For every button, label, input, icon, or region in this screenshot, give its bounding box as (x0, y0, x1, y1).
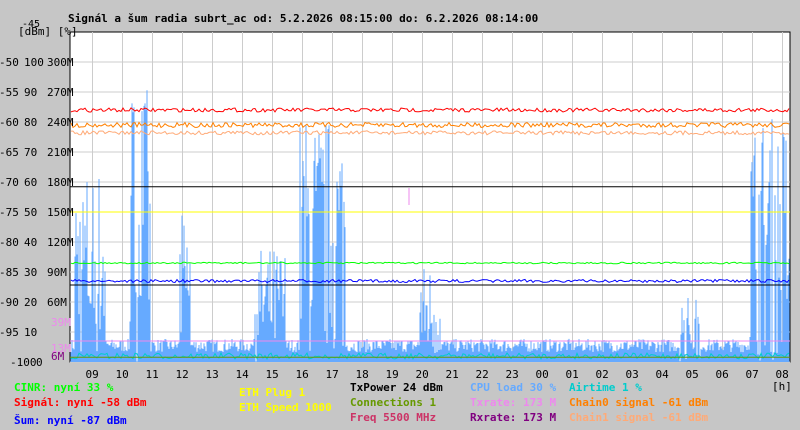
x-unit-label: [h] (772, 380, 792, 393)
x-tick-label: 06 (715, 368, 729, 381)
y-top-label: -45 (22, 19, 41, 30)
x-tick-label: 14 (235, 368, 249, 381)
y-tick-dbm: -80 (0, 236, 19, 249)
chart-root: Signál a šum radia subrt_ac od: 5.2.2026… (0, 0, 800, 430)
x-tick-label: 00 (535, 368, 549, 381)
legend-eth-speed: ETH Speed 1000 (239, 401, 332, 414)
legend-chain1: Chain1 signal -61 dBm (569, 411, 709, 424)
y-tick-pct: 30 (24, 266, 38, 279)
y-tick-pct: 50 (24, 206, 38, 219)
x-tick-label: 17 (325, 368, 339, 381)
y-tick-rate: 270M (47, 86, 74, 99)
y-tick-pct: 90 (24, 86, 38, 99)
x-tick-label: 20 (415, 368, 429, 381)
y-tick-dbm: -70 (0, 176, 19, 189)
y-tick-rate: 90M (47, 266, 67, 279)
y-tick-dbm: -95 (0, 326, 19, 339)
legend-eth-plug: ETH Plug 1 (239, 386, 306, 399)
y-tick-dbm: -50 (0, 56, 19, 69)
legend-freq: Freq 5500 MHz (350, 411, 437, 424)
legend-rxrate: Rxrate: 173 M (470, 411, 557, 424)
y-tick-rate: 120M (47, 236, 74, 249)
y-tick-pct: 100 (24, 56, 44, 69)
x-tick-label: 09 (85, 368, 99, 381)
x-tick-label: 07 (745, 368, 759, 381)
y-tick-rate: 240M (47, 116, 74, 129)
x-tick-label: 15 (265, 368, 279, 381)
plot-area (69, 31, 791, 363)
legend-cpu: CPU load 30 % (470, 381, 557, 394)
x-tick-label: 18 (355, 368, 369, 381)
x-tick-label: 23 (505, 368, 519, 381)
legend-noise: Šum: nyní -87 dBm (14, 414, 127, 427)
y-tick-dbm: -90 (0, 296, 19, 309)
y-tick-rate: 210M (47, 146, 74, 159)
legend-txrate: Txrate: 173 M (470, 396, 557, 409)
legend-cinr: CINR: nyní 33 % (14, 381, 114, 394)
y-tick-rate: 180M (47, 176, 74, 189)
y-tick-pct: 70 (24, 146, 38, 159)
y-tick-pct: 20 (24, 296, 38, 309)
x-tick-label: 21 (445, 368, 459, 381)
x-tick-label: 22 (475, 368, 489, 381)
y-tick-rate: 300M (47, 56, 74, 69)
y-tick-dbm: -65 (0, 146, 19, 159)
x-tick-label: 19 (385, 368, 399, 381)
label-39m: 39M (51, 316, 71, 329)
label-6m: 6M (51, 350, 65, 363)
y-tick-pct: 10 (24, 326, 38, 339)
y-tick-dbm: -75 (0, 206, 19, 219)
x-tick-label: 12 (175, 368, 189, 381)
x-tick-label: 13 (205, 368, 219, 381)
legend-txpower: TxPower 24 dBm (350, 381, 443, 394)
legend-airtime: Airtime 1 % (569, 381, 642, 394)
y-tick-pct: 40 (24, 236, 38, 249)
x-tick-label: 10 (115, 368, 129, 381)
y-tick-dbm: -100 (10, 356, 37, 369)
x-tick-label: 03 (625, 368, 639, 381)
x-tick-label: 02 (595, 368, 609, 381)
y-tick-dbm: -85 (0, 266, 19, 279)
x-tick-label: 04 (655, 368, 669, 381)
x-tick-label: 01 (565, 368, 579, 381)
legend-chain0: Chain0 signal -61 dBm (569, 396, 709, 409)
x-tick-label: 16 (295, 368, 309, 381)
y-tick-pct: 0 (36, 356, 43, 369)
y-tick-rate: 60M (47, 296, 67, 309)
y-tick-pct: 80 (24, 116, 38, 129)
y-tick-pct: 60 (24, 176, 38, 189)
y-tick-dbm: -55 (0, 86, 19, 99)
legend-signal: Signál: nyní -58 dBm (14, 396, 147, 409)
y-tick-rate: 150M (47, 206, 74, 219)
x-tick-label: 11 (145, 368, 159, 381)
x-tick-label: 05 (685, 368, 699, 381)
y-tick-dbm: -60 (0, 116, 19, 129)
legend-connections: Connections 1 (350, 396, 437, 409)
